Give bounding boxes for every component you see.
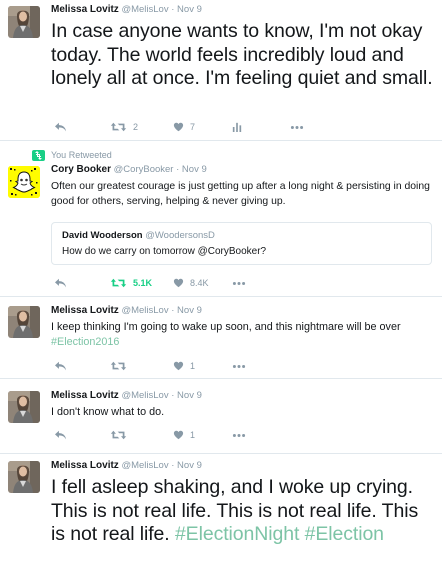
- timestamp[interactable]: Nov 9: [177, 4, 202, 15]
- tweet-actions: 1: [51, 359, 351, 373]
- analytics-icon: [232, 122, 242, 132]
- user-handle[interactable]: @MelisLov: [121, 305, 168, 316]
- like-count: 1: [190, 361, 196, 371]
- reply-button[interactable]: [54, 276, 67, 290]
- like-button[interactable]: 1: [173, 359, 195, 373]
- retweet-button[interactable]: [110, 428, 127, 442]
- retweet-button[interactable]: [110, 359, 127, 373]
- hashtag-link[interactable]: #Election: [305, 523, 384, 545]
- avatar[interactable]: [8, 6, 40, 38]
- user-name[interactable]: Melissa Lovitz: [51, 390, 119, 401]
- tweet[interactable]: Melissa Lovitz @MelisLov · Nov 9 In case…: [0, 0, 442, 141]
- retweet-icon: [110, 360, 127, 372]
- retweet-context: You Retweeted: [32, 150, 112, 161]
- quoted-text: How do we carry on tomorrow @CoryBooker?: [62, 246, 267, 257]
- tweet-header: Melissa Lovitz @MelisLov · Nov 9: [51, 305, 434, 317]
- tweet-actions: 1: [51, 428, 351, 442]
- more-button[interactable]: [290, 120, 304, 134]
- timestamp[interactable]: Nov 9: [177, 460, 202, 471]
- like-count: 8.4K: [190, 278, 209, 288]
- tweet-text: I don't know what to do.: [51, 406, 165, 418]
- quoted-user-handle[interactable]: @WoodersonsD: [145, 230, 215, 241]
- separator: ·: [176, 164, 180, 175]
- like-icon: [173, 361, 184, 371]
- reply-button[interactable]: [54, 359, 67, 373]
- like-button[interactable]: 7: [173, 120, 195, 134]
- tweet-actions: 2 7: [51, 120, 351, 134]
- reply-button[interactable]: [54, 428, 67, 442]
- retweet-count: 2: [133, 122, 139, 132]
- tweet-body: I keep thinking I'm going to wake up soo…: [51, 321, 401, 333]
- avatar[interactable]: [8, 391, 40, 423]
- more-button[interactable]: [232, 359, 246, 373]
- like-icon: [173, 430, 184, 440]
- user-name[interactable]: Melissa Lovitz: [51, 460, 119, 471]
- like-button[interactable]: 1: [173, 428, 195, 442]
- context-label: You Retweeted: [51, 150, 112, 160]
- like-button[interactable]: 8.4K: [173, 276, 209, 290]
- more-icon: [290, 125, 304, 130]
- tweet-header: Melissa Lovitz @MelisLov · Nov 9: [51, 390, 434, 402]
- avatar[interactable]: [8, 166, 40, 198]
- separator: ·: [171, 4, 175, 15]
- more-button[interactable]: [232, 276, 246, 290]
- retweet-icon: [32, 150, 45, 161]
- retweet-button[interactable]: 2: [110, 120, 138, 134]
- like-count: 1: [190, 430, 196, 440]
- user-name[interactable]: Melissa Lovitz: [51, 4, 119, 15]
- timestamp[interactable]: Nov 9: [177, 305, 202, 316]
- more-icon: [232, 281, 246, 286]
- like-icon: [173, 122, 184, 132]
- more-button[interactable]: [232, 428, 246, 442]
- tweet-text: I keep thinking I'm going to wake up soo…: [51, 320, 434, 350]
- quoted-header: David Wooderson @WoodersonsD: [62, 230, 421, 242]
- separator: ·: [171, 305, 175, 316]
- timestamp[interactable]: Nov 9: [182, 164, 207, 175]
- reply-icon: [54, 122, 67, 133]
- reply-icon: [54, 430, 67, 441]
- reply-button[interactable]: [54, 120, 67, 134]
- user-handle[interactable]: @MelisLov: [121, 4, 168, 15]
- like-icon: [173, 278, 184, 288]
- tweet[interactable]: Melissa Lovitz @MelisLov · Nov 9 I fell …: [0, 454, 442, 567]
- separator: ·: [171, 460, 175, 471]
- user-handle[interactable]: @CoryBooker: [114, 164, 174, 175]
- user-name[interactable]: Melissa Lovitz: [51, 305, 119, 316]
- snapchat-logo: [8, 166, 40, 198]
- like-count: 7: [190, 122, 196, 132]
- user-name[interactable]: Cory Booker: [51, 164, 111, 175]
- quoted-tweet[interactable]: David Wooderson @WoodersonsD How do we c…: [51, 222, 432, 265]
- reply-icon: [54, 278, 67, 289]
- tweet[interactable]: Melissa Lovitz @MelisLov · Nov 9 I keep …: [0, 297, 442, 379]
- separator: ·: [171, 390, 175, 401]
- retweet-icon: [110, 277, 127, 289]
- reply-icon: [54, 361, 67, 372]
- quoted-user-name[interactable]: David Wooderson: [62, 230, 143, 241]
- tweet-text: Often our greatest courage is just getti…: [51, 181, 430, 207]
- retweet-count: 5.1K: [133, 278, 153, 288]
- analytics-button[interactable]: [232, 120, 242, 134]
- tweet-header: Melissa Lovitz @MelisLov · Nov 9: [51, 460, 434, 472]
- hashtag-link[interactable]: #ElectionNight: [175, 523, 299, 545]
- tweet[interactable]: Melissa Lovitz @MelisLov · Nov 9 I don't…: [0, 379, 442, 454]
- hashtag-link[interactable]: #Election2016: [51, 336, 119, 348]
- user-handle[interactable]: @MelisLov: [121, 460, 168, 471]
- timestamp[interactable]: Nov 9: [177, 390, 202, 401]
- tweet-actions: 5.1K 8.4K: [51, 276, 351, 290]
- retweet-icon: [110, 121, 127, 133]
- retweet-icon: [110, 429, 127, 441]
- retweet-button[interactable]: 5.1K: [110, 276, 152, 290]
- avatar[interactable]: [8, 306, 40, 338]
- avatar[interactable]: [8, 461, 40, 493]
- tweet[interactable]: You Retweeted Cory Booker @CoryBooker · …: [0, 141, 442, 297]
- user-handle[interactable]: @MelisLov: [121, 390, 168, 401]
- more-icon: [232, 433, 246, 438]
- tweet-text: In case anyone wants to know, I'm not ok…: [51, 20, 433, 89]
- tweet-text: I fell asleep shaking, and I woke up cry…: [51, 476, 434, 547]
- tweet-header: Melissa Lovitz @MelisLov · Nov 9: [51, 4, 434, 16]
- more-icon: [232, 364, 246, 369]
- tweet-header: Cory Booker @CoryBooker · Nov 9: [51, 164, 434, 176]
